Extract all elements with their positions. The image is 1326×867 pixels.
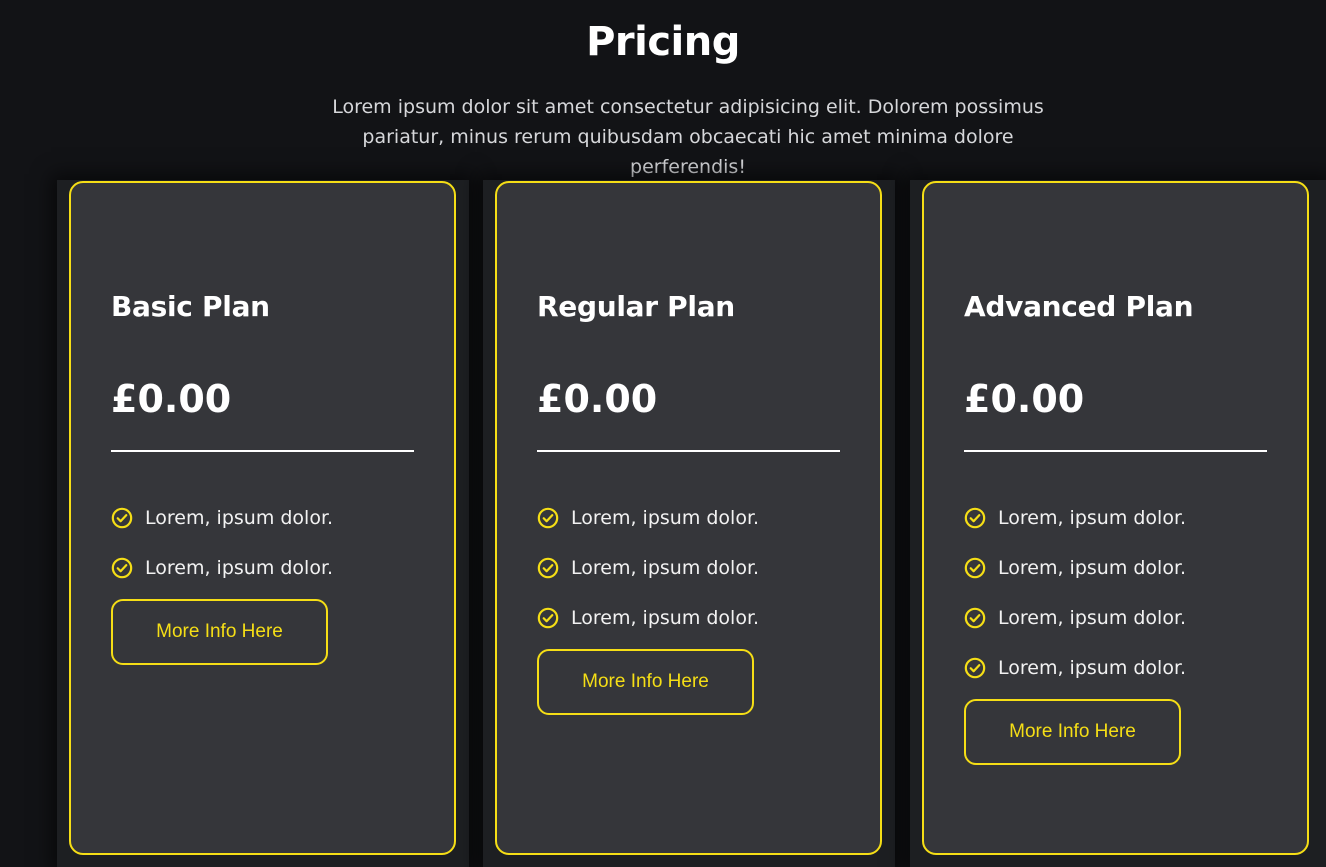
feature-label: Lorem, ipsum dolor. [145, 507, 334, 529]
feature-item: Lorem, ipsum dolor. [537, 543, 759, 593]
feature-label: Lorem, ipsum dolor. [998, 607, 1187, 629]
more-info-button[interactable]: More Info Here [964, 699, 1181, 765]
intro-text: Lorem ipsum dolor sit amet consectetur a… [332, 96, 1044, 178]
check-circle-icon [964, 657, 986, 679]
feature-item: Lorem, ipsum dolor. [964, 593, 1186, 643]
check-circle-icon [964, 507, 986, 529]
feature-list: Lorem, ipsum dolor. Lorem, ipsum dolor. … [964, 493, 1186, 765]
feature-item: Lorem, ipsum dolor. [537, 593, 759, 643]
plan-card-regular: Regular Plan £0.00 Lorem, ipsum dolor. L… [495, 181, 882, 855]
feature-list: Lorem, ipsum dolor. Lorem, ipsum dolor. … [111, 493, 333, 665]
feature-label: Lorem, ipsum dolor. [571, 607, 760, 629]
plan-card-basic: Basic Plan £0.00 Lorem, ipsum dolor. Lor… [69, 181, 456, 855]
page-title: Pricing [586, 19, 740, 65]
plan-name: Advanced Plan [964, 290, 1194, 323]
pricing-page: Pricing Lorem ipsum dolor sit amet conse… [0, 0, 1326, 867]
check-circle-icon [537, 507, 559, 529]
feature-item: Lorem, ipsum dolor. [964, 493, 1186, 543]
feature-item: Lorem, ipsum dolor. [111, 543, 333, 593]
feature-item: Lorem, ipsum dolor. [964, 543, 1186, 593]
feature-label: Lorem, ipsum dolor. [571, 507, 760, 529]
divider [111, 450, 414, 452]
plan-price: £0.00 [537, 377, 658, 421]
feature-label: Lorem, ipsum dolor. [145, 557, 334, 579]
plan-name: Basic Plan [111, 290, 270, 323]
check-circle-icon [111, 557, 133, 579]
feature-item: Lorem, ipsum dolor. [111, 493, 333, 543]
plan-price: £0.00 [964, 377, 1085, 421]
feature-label: Lorem, ipsum dolor. [998, 557, 1187, 579]
feature-item: Lorem, ipsum dolor. [964, 643, 1186, 693]
divider [964, 450, 1267, 452]
plan-price: £0.00 [111, 377, 232, 421]
feature-list: Lorem, ipsum dolor. Lorem, ipsum dolor. … [537, 493, 759, 715]
feature-item: Lorem, ipsum dolor. [537, 493, 759, 543]
feature-label: Lorem, ipsum dolor. [998, 507, 1187, 529]
divider [537, 450, 840, 452]
plan-card-advanced: Advanced Plan £0.00 Lorem, ipsum dolor. … [922, 181, 1309, 855]
check-circle-icon [537, 557, 559, 579]
feature-label: Lorem, ipsum dolor. [571, 557, 760, 579]
check-circle-icon [964, 607, 986, 629]
check-circle-icon [537, 607, 559, 629]
feature-label: Lorem, ipsum dolor. [998, 657, 1187, 679]
check-circle-icon [111, 507, 133, 529]
plan-name: Regular Plan [537, 290, 735, 323]
more-info-button[interactable]: More Info Here [111, 599, 328, 665]
check-circle-icon [964, 557, 986, 579]
more-info-button[interactable]: More Info Here [537, 649, 754, 715]
